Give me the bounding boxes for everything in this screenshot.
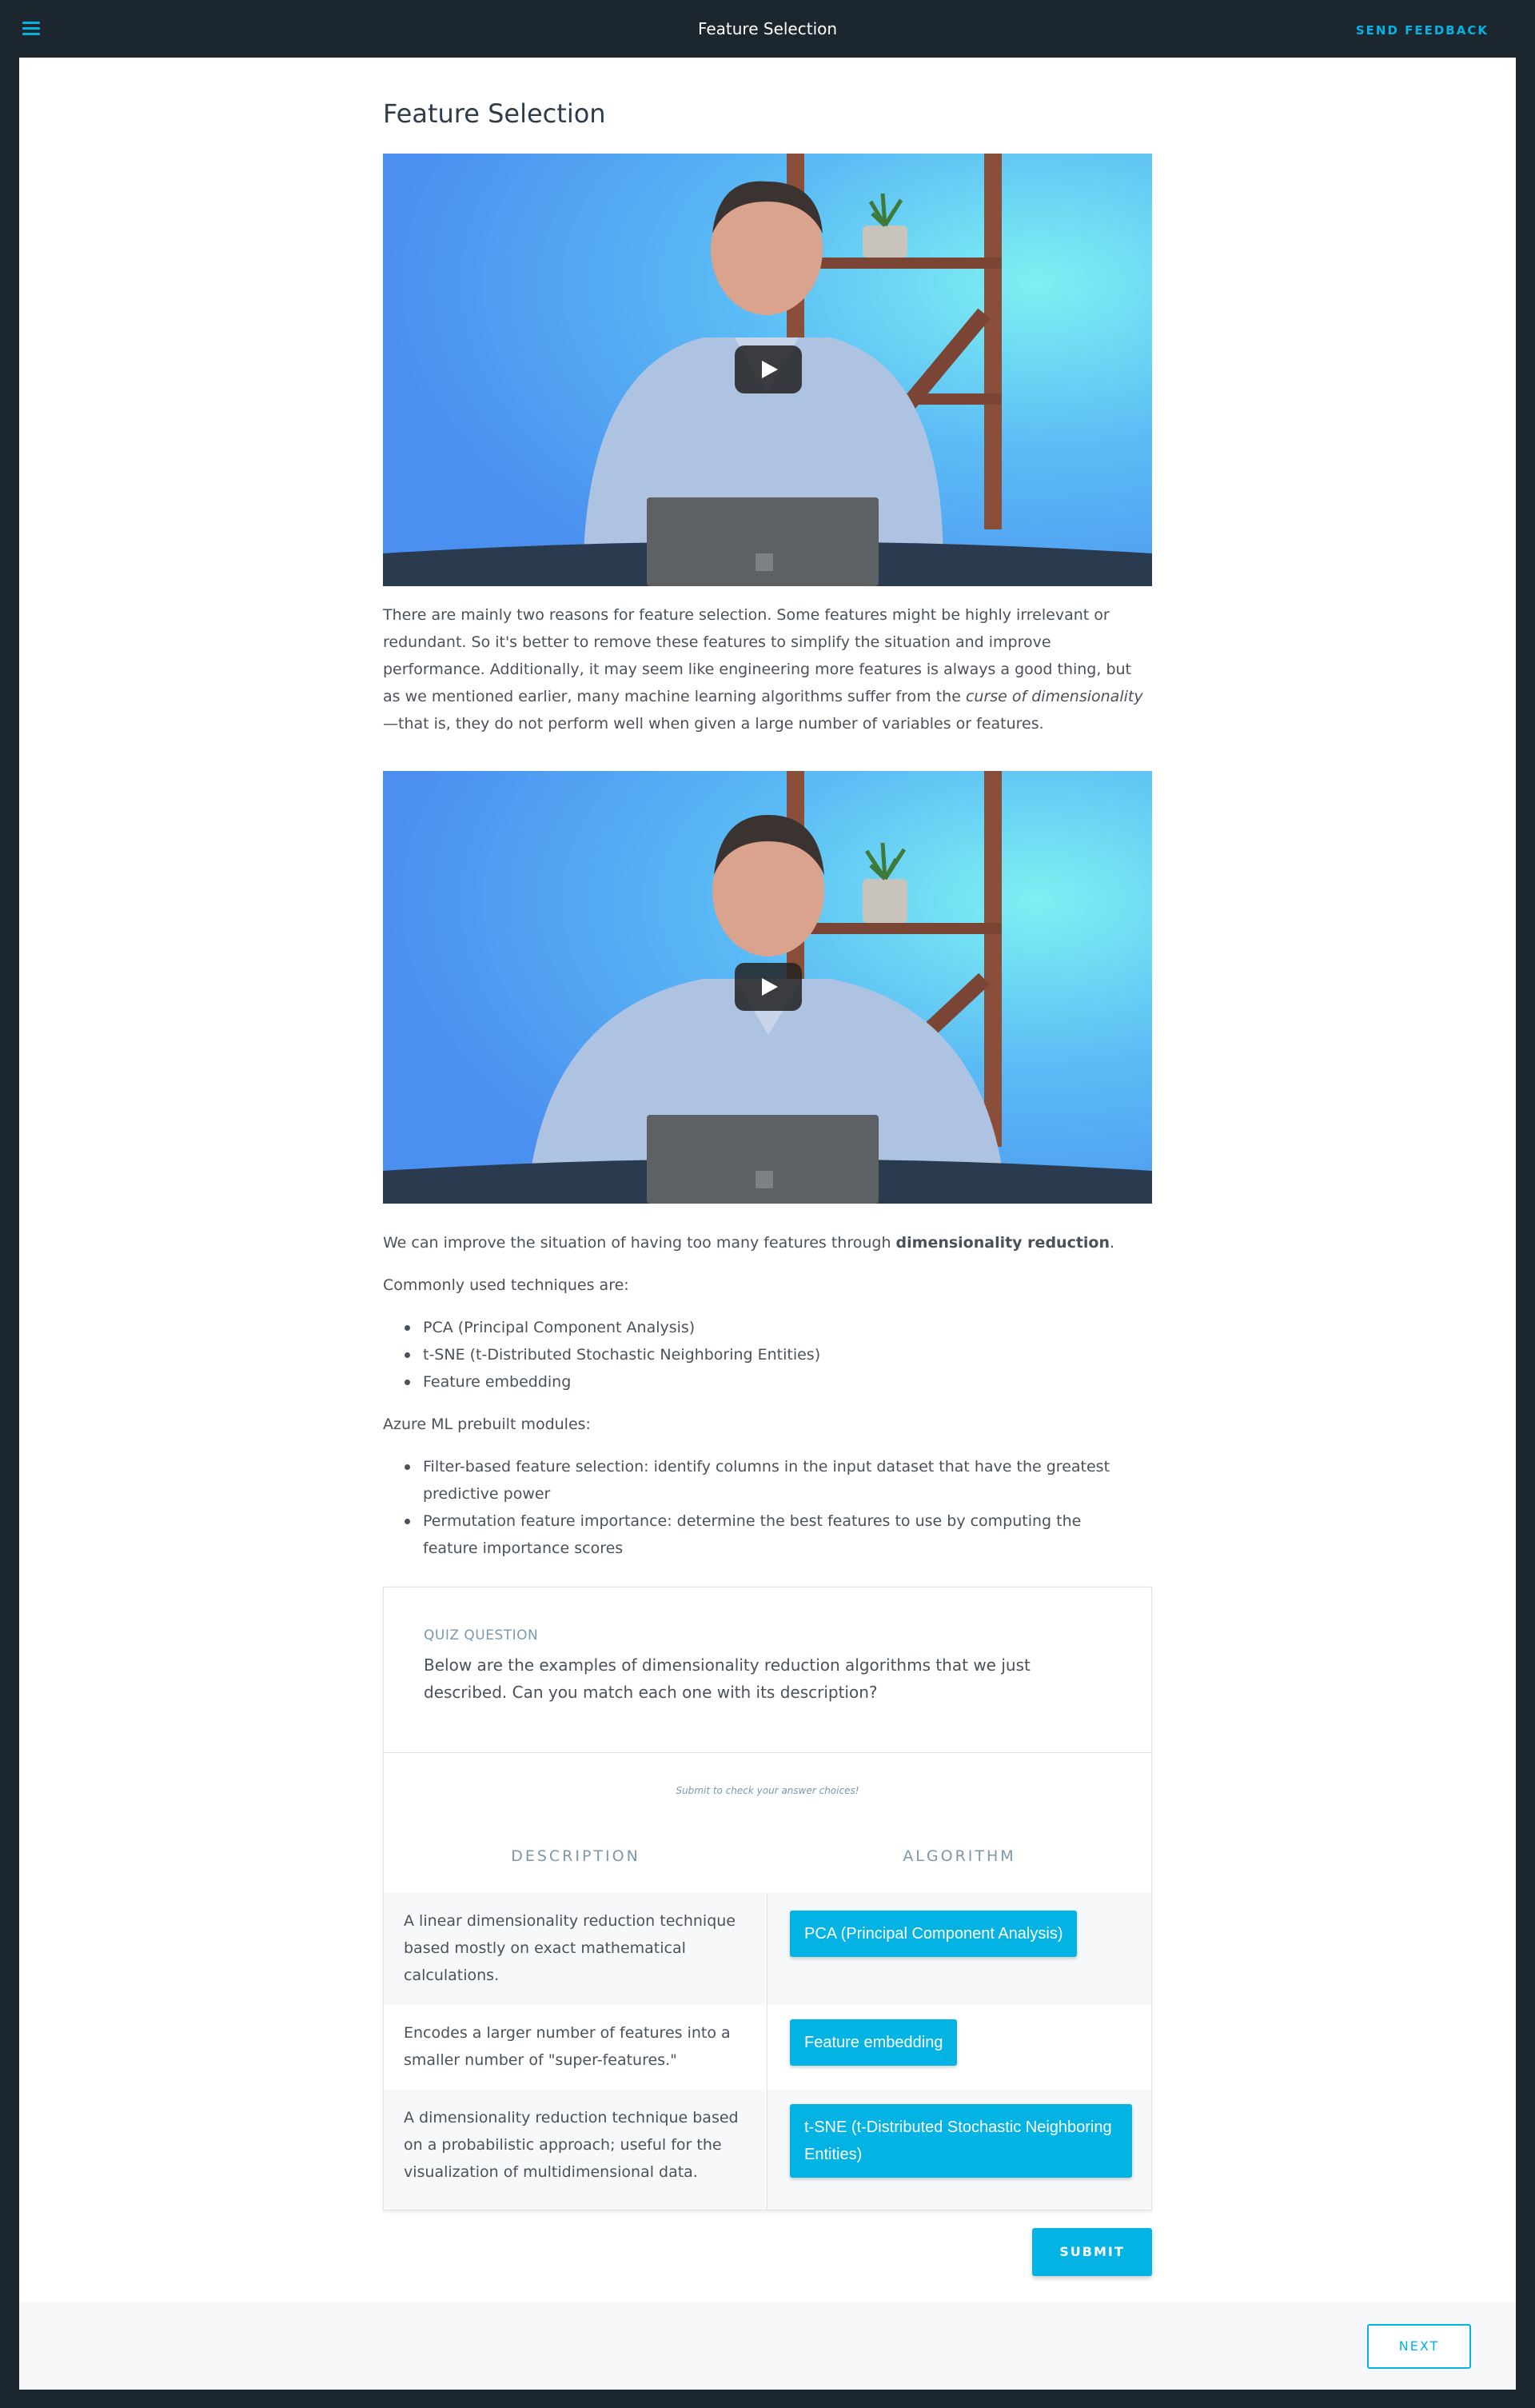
paragraph-dimensionality-reduction: We can improve the situation of having t… bbox=[383, 1234, 1115, 1252]
paragraph-feature-selection-reasons: There are mainly two reasons for feature… bbox=[383, 606, 1143, 733]
send-feedback-button[interactable]: SEND FEEDBACK bbox=[1356, 23, 1489, 38]
modules-list: Filter-based feature selection: identify… bbox=[383, 1453, 1118, 1562]
lesson-panel: Feature Selection There are mainly two r… bbox=[19, 58, 1516, 2390]
list-item: t-SNE (t-Distributed Stochastic Neighbor… bbox=[405, 1341, 1158, 1368]
column-divider bbox=[767, 1893, 768, 2005]
match-description: A linear dimensionality reduction techni… bbox=[404, 1912, 736, 1984]
submit-button[interactable]: SUBMIT bbox=[1032, 2228, 1152, 2276]
techniques-intro: Commonly used techniques are: bbox=[383, 1276, 629, 1294]
video-player-2[interactable] bbox=[383, 771, 1152, 1204]
quiz-hint: Submit to check your answer choices! bbox=[676, 1785, 859, 1796]
match-row-2: Encodes a larger number of features into… bbox=[384, 2005, 1151, 2090]
list-item: PCA (Principal Component Analysis) bbox=[405, 1314, 1158, 1341]
video-player-1[interactable] bbox=[383, 154, 1152, 586]
list-item: Filter-based feature selection: identify… bbox=[405, 1453, 1118, 1507]
play-icon[interactable] bbox=[735, 963, 802, 1011]
quiz-divider bbox=[384, 1752, 1151, 1753]
algorithm-answer-chip[interactable]: Feature embedding bbox=[790, 2019, 958, 2066]
quiz-card: QUIZ QUESTION Below are the examples of … bbox=[383, 1587, 1152, 2210]
next-button[interactable]: NEXT bbox=[1367, 2324, 1471, 2369]
play-icon[interactable] bbox=[735, 345, 802, 393]
techniques-list: PCA (Principal Component Analysis) t-SNE… bbox=[383, 1314, 1158, 1396]
list-item: Permutation feature importance: determin… bbox=[405, 1507, 1118, 1562]
match-row-1: A linear dimensionality reduction techni… bbox=[384, 1893, 1151, 2005]
match-description: Encodes a larger number of features into… bbox=[404, 2024, 731, 2069]
lesson-footer: NEXT bbox=[19, 2302, 1516, 2390]
algorithm-answer-chip[interactable]: PCA (Principal Component Analysis) bbox=[790, 1911, 1078, 1957]
column-divider bbox=[767, 2005, 768, 2090]
match-description: A dimensionality reduction technique bas… bbox=[404, 2109, 739, 2181]
page-title: Feature Selection bbox=[383, 98, 606, 129]
match-row-3: A dimensionality reduction technique bas… bbox=[384, 2090, 1151, 2210]
description-column-header: DESCRIPTION bbox=[511, 1847, 640, 1865]
algorithm-answer-chip[interactable]: t-SNE (t-Distributed Stochastic Neighbor… bbox=[790, 2104, 1132, 2178]
modules-intro: Azure ML prebuilt modules: bbox=[383, 1416, 591, 1433]
quiz-question: Below are the examples of dimensionality… bbox=[424, 1655, 1031, 1702]
top-bar-title: Feature Selection bbox=[697, 19, 838, 38]
top-nav-bar: Feature Selection SEND FEEDBACK bbox=[0, 0, 1535, 58]
list-item: Feature embedding bbox=[405, 1368, 1158, 1396]
quiz-eyebrow: QUIZ QUESTION bbox=[424, 1627, 539, 1643]
column-divider bbox=[767, 2090, 768, 2210]
algorithm-column-header: ALGORITHM bbox=[903, 1847, 1016, 1865]
